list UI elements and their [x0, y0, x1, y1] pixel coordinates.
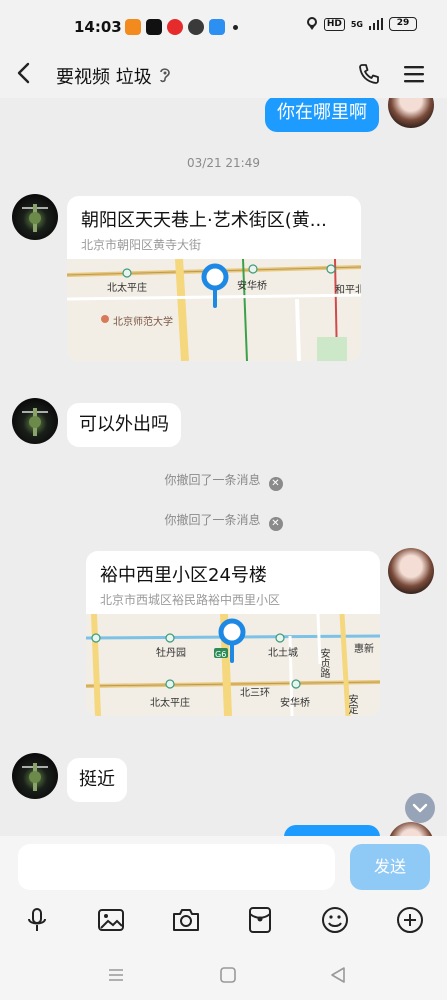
contact-avatar[interactable] [12, 753, 58, 799]
image-icon[interactable] [95, 904, 127, 936]
map-label: 北三环 [240, 688, 270, 699]
more-notifications-icon [233, 24, 238, 30]
location-map: 牡丹园 北土城 安贞路 北三环 北太平庄 安华桥 安定 惠新 G6 [86, 614, 380, 716]
received-message-text: 可以外出吗 [79, 414, 169, 435]
emoji-icon[interactable] [319, 904, 351, 936]
recall-text: 你撤回了一条消息 [164, 513, 261, 527]
network-label: 5G [350, 19, 363, 29]
back-nav-icon[interactable] [329, 966, 347, 984]
my-avatar[interactable] [388, 822, 434, 836]
red-packet-icon[interactable] [244, 904, 276, 936]
location-address: 北京市西城区裕民路裕中西里小区 [100, 593, 281, 607]
my-avatar[interactable] [388, 548, 434, 594]
hd-badge: HD [323, 17, 345, 31]
ear-icon [160, 68, 170, 83]
map-label: 安定 [346, 694, 357, 714]
chat-area[interactable]: 你在哪里啊 03/21 21:49 朝阳区天天巷上·艺术街区(黄... 北京市朝… [0, 98, 447, 836]
status-indicators: HD 5G 29 [306, 17, 417, 31]
my-avatar[interactable] [388, 98, 434, 128]
sent-message-bubble[interactable] [284, 825, 380, 836]
plus-icon[interactable] [394, 904, 426, 936]
map-label: 惠新 [354, 644, 374, 655]
map-label: 安华桥 [280, 698, 310, 709]
map-label: 北京师范大学 [113, 317, 173, 328]
contact-avatar[interactable] [12, 194, 58, 240]
map-label: 北土城 [268, 648, 298, 659]
send-button[interactable]: 发送 [350, 844, 430, 890]
map-label: 北太平庄 [150, 698, 190, 709]
recall-notice: 你撤回了一条消息 ✕ [0, 511, 447, 531]
close-icon[interactable]: ✕ [268, 517, 283, 531]
sent-message-bubble[interactable]: 你在哪里啊 [265, 98, 379, 132]
message-input[interactable] [18, 844, 335, 890]
qq-icon [209, 19, 225, 35]
video-app-icon [167, 19, 183, 35]
map-label: 和平北 [335, 285, 361, 296]
message-timestamp: 03/21 21:49 [187, 156, 260, 170]
camera-icon[interactable] [170, 904, 202, 936]
map-label: 安贞路 [318, 648, 329, 678]
back-icon[interactable] [12, 60, 36, 86]
input-bar: 发送 [0, 836, 447, 1000]
received-message-bubble[interactable]: 可以外出吗 [67, 403, 181, 447]
map-pin-icon [201, 263, 229, 308]
location-name: 裕中西里小区24号楼 [100, 565, 267, 586]
chat-title[interactable]: 要视频 垃圾 [56, 63, 152, 89]
map-pin-icon [218, 618, 246, 663]
map-label: 北太平庄 [107, 283, 147, 294]
status-bar: 14:03 HD 5G 29 [0, 0, 447, 50]
status-time: 14:03 [74, 18, 122, 36]
received-message-bubble[interactable]: 挺近 [67, 758, 127, 802]
close-icon[interactable]: ✕ [268, 477, 283, 491]
wechat-icon [188, 19, 204, 35]
home-icon[interactable] [219, 966, 237, 984]
menu-icon[interactable] [403, 62, 425, 86]
location-address: 北京市朝阳区黄寺大街 [81, 238, 202, 252]
location-map: 北太平庄 安华桥 和平北 北京师范大学 [67, 259, 361, 361]
recents-icon[interactable] [107, 966, 125, 984]
map-label: 牡丹园 [156, 648, 186, 659]
signal-icon [369, 18, 383, 30]
chat-header: 要视频 垃圾 [0, 50, 447, 98]
location-icon [306, 17, 317, 30]
phone-icon[interactable] [357, 62, 381, 86]
sent-message-text: 你在哪里啊 [277, 102, 367, 123]
map-label: 安华桥 [237, 281, 267, 292]
received-message-text: 挺近 [79, 769, 115, 790]
mic-icon[interactable] [21, 904, 53, 936]
app-notification-icon [125, 19, 141, 35]
input-toolbar [0, 900, 447, 940]
scroll-to-bottom-button[interactable] [405, 793, 435, 823]
system-nav-bar [0, 960, 447, 1000]
location-card[interactable]: 朝阳区天天巷上·艺术街区(黄... 北京市朝阳区黄寺大街 北太平庄 安华桥 和平… [67, 196, 361, 361]
tiktok-icon [146, 19, 162, 35]
contact-avatar[interactable] [12, 398, 58, 444]
chevron-down-icon [412, 803, 428, 813]
recall-notice: 你撤回了一条消息 ✕ [0, 471, 447, 491]
location-name: 朝阳区天天巷上·艺术街区(黄... [81, 210, 327, 231]
location-card[interactable]: 裕中西里小区24号楼 北京市西城区裕民路裕中西里小区 牡丹园 北土城 安贞路 北… [86, 551, 380, 716]
recall-text: 你撤回了一条消息 [164, 473, 261, 487]
battery-icon: 29 [389, 17, 417, 31]
status-app-icons [125, 19, 238, 35]
